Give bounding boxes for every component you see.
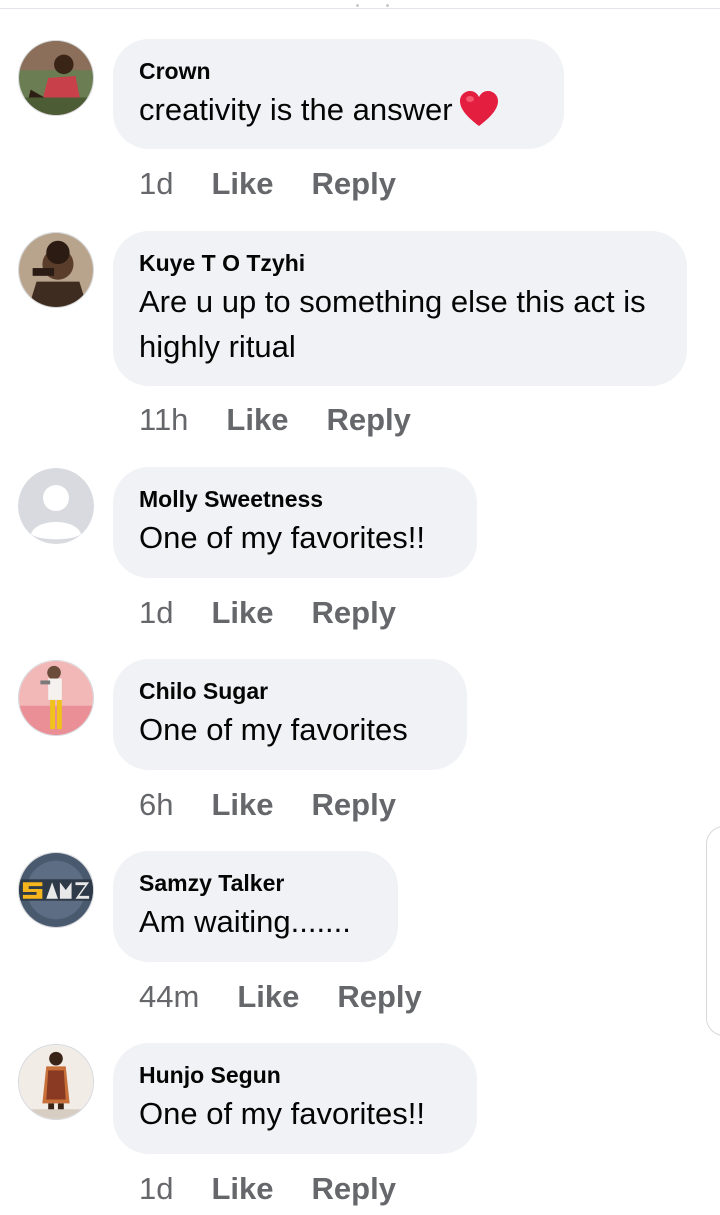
comment-author[interactable]: Hunjo Segun <box>139 1061 451 1089</box>
comment-timestamp: 44m <box>139 979 200 1014</box>
reply-button[interactable]: Reply <box>312 166 396 201</box>
comment-bubble: Hunjo Segun One of my favorites!! <box>113 1043 477 1154</box>
comment-author[interactable]: Samzy Talker <box>139 869 372 897</box>
top-divider <box>0 8 720 9</box>
comment-bubble: Crown creativity is the answer <box>113 39 564 149</box>
comment-text: One of my favorites!! <box>139 520 425 555</box>
reply-button[interactable]: Reply <box>337 979 421 1014</box>
comment-timestamp: 11h <box>139 402 189 437</box>
avatar[interactable] <box>18 660 94 736</box>
avatar[interactable] <box>18 852 94 928</box>
comment-author[interactable]: Molly Sweetness <box>139 485 451 513</box>
like-button[interactable]: Like <box>211 595 273 630</box>
comment-bubble: Molly Sweetness One of my favorites!! <box>113 467 477 578</box>
comment-actions: 11h Like Reply <box>139 402 411 438</box>
comment-author[interactable]: Chilo Sugar <box>139 677 441 705</box>
like-button[interactable]: Like <box>211 787 273 822</box>
comment-author[interactable]: Crown <box>139 57 538 85</box>
comment-text: Am waiting....... <box>139 904 351 939</box>
top-more-dots-icon <box>352 2 392 8</box>
like-button[interactable]: Like <box>211 1171 273 1206</box>
comment-bubble: Samzy Talker Am waiting....... <box>113 851 398 962</box>
reply-button[interactable]: Reply <box>312 1171 396 1206</box>
comment-text-content: creativity is the answer <box>139 92 453 127</box>
comment-bubble: Chilo Sugar One of my favorites <box>113 659 467 770</box>
comment-actions: 6h Like Reply <box>139 787 396 823</box>
reply-button[interactable]: Reply <box>312 787 396 822</box>
comment-timestamp: 1d <box>139 166 174 201</box>
red-heart-icon <box>459 90 498 126</box>
comment-text: One of my favorites <box>139 712 408 747</box>
like-button[interactable]: Like <box>237 979 299 1014</box>
default-avatar-icon[interactable] <box>18 468 94 544</box>
reply-button[interactable]: Reply <box>326 402 410 437</box>
comment-actions: 1d Like Reply <box>139 166 396 202</box>
reply-button[interactable]: Reply <box>312 595 396 630</box>
comment-text: One of my favorites!! <box>139 1096 425 1131</box>
comment-author[interactable]: Kuye T O Tzyhi <box>139 249 661 277</box>
comment-timestamp: 1d <box>139 595 174 630</box>
comment-text: creativity is the answer <box>139 87 538 132</box>
comment-text: Are u up to something else this act is h… <box>139 284 646 364</box>
avatar[interactable] <box>18 232 94 308</box>
avatar[interactable] <box>18 40 94 116</box>
like-button[interactable]: Like <box>211 166 273 201</box>
comment-timestamp: 6h <box>139 787 174 822</box>
comment-bubble: Kuye T O Tzyhi Are u up to something els… <box>113 231 687 386</box>
comment-actions: 1d Like Reply <box>139 595 396 631</box>
floating-panel-edge[interactable] <box>706 826 720 1036</box>
comment-timestamp: 1d <box>139 1171 174 1206</box>
comment-actions: 44m Like Reply <box>139 979 422 1015</box>
avatar[interactable] <box>18 1044 94 1120</box>
like-button[interactable]: Like <box>226 402 288 437</box>
comment-actions: 1d Like Reply <box>139 1171 396 1207</box>
